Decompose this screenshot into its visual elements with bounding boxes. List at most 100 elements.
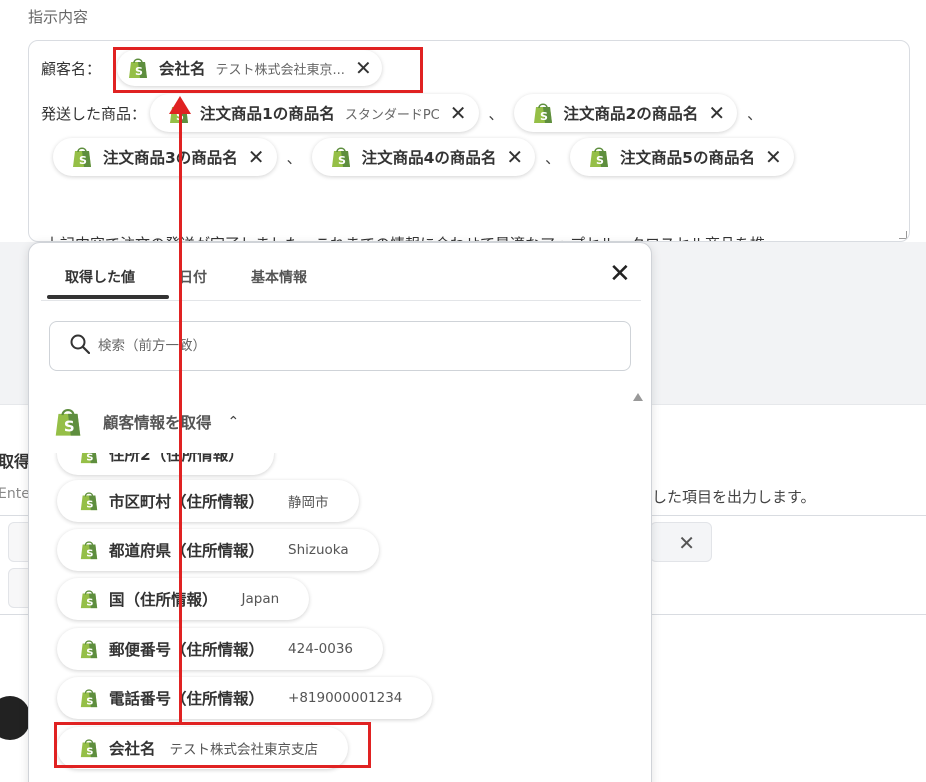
list-item[interactable]: S 市区町村（住所情報） 静岡市: [57, 480, 359, 522]
products-label: 発送した商品：: [41, 104, 147, 123]
item-name: 住所2（住所情報）: [109, 453, 244, 464]
close-icon[interactable]: ✕: [678, 531, 695, 555]
item-name: 市区町村（住所情報）: [109, 493, 265, 511]
instruction-editor[interactable]: 顧客名： S 会社名 テスト株式会社東京... ✕ 発送した商品： S 注文商品…: [28, 40, 910, 242]
shopify-bag-icon: S: [80, 689, 98, 707]
customer-label: 顧客名：: [41, 59, 102, 78]
customer-line: 顧客名： S 会社名 テスト株式会社東京... ✕: [41, 50, 382, 86]
separator: 、: [747, 104, 763, 123]
chevron-up-icon[interactable]: ⌃: [228, 414, 240, 430]
customer-chip[interactable]: S 会社名 テスト株式会社東京... ✕: [117, 50, 382, 86]
svg-text:S: S: [86, 597, 93, 608]
svg-text:S: S: [338, 154, 346, 167]
search-box[interactable]: [49, 321, 631, 371]
search-input[interactable]: [98, 336, 598, 356]
close-icon[interactable]: ✕: [708, 103, 725, 123]
item-name: 都道府県（住所情報）: [109, 542, 265, 560]
list-item[interactable]: S 国（住所情報） Japan: [57, 578, 310, 620]
tab-basic-info[interactable]: 基本情報: [251, 267, 307, 287]
product-chip-3[interactable]: S 注文商品3の商品名 ✕: [53, 138, 277, 176]
scroll-up-arrow[interactable]: [633, 393, 643, 401]
shopify-bag-icon: S: [73, 147, 91, 167]
chip-value: テスト株式会社東京...: [215, 62, 345, 78]
group-header-customer-info[interactable]: S 顧客情報を取得 ⌃: [53, 405, 239, 439]
shopify-bag-icon: S: [80, 541, 98, 559]
tab-bar: 取得した値 日付 基本情報: [41, 243, 641, 301]
product-chip-5[interactable]: S 注文商品5の商品名 ✕: [570, 138, 794, 176]
list-item-company-name[interactable]: S 会社名 テスト株式会社東京支店: [57, 727, 349, 769]
svg-text:S: S: [540, 110, 548, 123]
chip-name: 注文商品1の商品名: [200, 105, 335, 123]
tab-acquired-values[interactable]: 取得した値: [65, 267, 135, 287]
group-title: 顧客情報を取得: [103, 414, 212, 432]
value-list: S 住所2（住所情報） S 市区町村（住所情報） 静岡市 S 都道府県（住所情報…: [29, 453, 639, 782]
tab-date[interactable]: 日付: [179, 267, 207, 287]
close-icon[interactable]: ✕: [450, 103, 467, 123]
shopify-bag-icon: S: [533, 103, 552, 123]
item-value: Japan: [241, 591, 280, 607]
instruction-text: 上記内容で注文の発送が完了しました。これまでの情報に合わせて最適なアップセル・ク…: [45, 233, 765, 241]
item-value: 静岡市: [288, 495, 329, 511]
section-label: 指示内容: [28, 8, 89, 26]
annotation-arrow-line: [179, 106, 182, 724]
close-icon[interactable]: ✕: [248, 147, 265, 167]
item-value: 424-0036: [288, 641, 354, 657]
shopify-bag-icon: S: [590, 147, 609, 167]
chip-name: 注文商品4の商品名: [361, 149, 497, 167]
svg-text:S: S: [135, 65, 143, 78]
svg-text:S: S: [86, 548, 93, 559]
item-value: +819000001234: [288, 690, 403, 706]
background-output-chip[interactable]: ✕: [650, 522, 712, 562]
svg-text:S: S: [64, 418, 75, 436]
svg-text:S: S: [86, 499, 93, 510]
chip-name: 注文商品3の商品名: [103, 149, 238, 167]
chip-name: 注文商品2の商品名: [563, 105, 699, 123]
list-item[interactable]: S 郵便番号（住所情報） 424-0036: [57, 628, 384, 670]
item-name: 郵便番号（住所情報）: [109, 641, 265, 659]
chip-name: 注文商品5の商品名: [620, 149, 755, 167]
close-icon[interactable]: ✕: [609, 261, 631, 287]
search-icon: [70, 334, 90, 354]
svg-text:S: S: [86, 453, 93, 463]
value-picker-panel: 取得した値 日付 基本情報 ✕ S 顧客情報を取得 ⌃ S 住所2（住所情報） …: [28, 242, 652, 782]
shopify-bag-icon: S: [129, 58, 148, 78]
active-tab-indicator: [47, 295, 169, 299]
svg-text:S: S: [86, 746, 93, 757]
annotation-arrow-head: [169, 96, 191, 114]
item-name: 国（住所情報）: [109, 591, 218, 609]
list-item[interactable]: S 電話番号（住所情報） +819000001234: [57, 677, 433, 719]
separator: 、: [286, 148, 302, 167]
list-item[interactable]: S 都道府県（住所情報） Shizuoka: [57, 529, 379, 571]
svg-text:S: S: [86, 696, 93, 707]
resize-handle[interactable]: [899, 231, 907, 239]
item-name: 電話番号（住所情報）: [109, 690, 265, 708]
shopify-bag-icon: S: [80, 492, 98, 510]
background-section-description: した項目を出力します。: [652, 488, 816, 506]
product-chip-2[interactable]: S 注文商品2の商品名 ✕: [513, 94, 738, 132]
separator: 、: [488, 104, 504, 123]
background-section-subtitle: Ente: [0, 486, 30, 502]
shopify-bag-icon: S: [55, 408, 81, 436]
close-icon[interactable]: ✕: [765, 147, 782, 167]
shopify-bag-icon: S: [331, 147, 350, 167]
close-icon[interactable]: ✕: [355, 58, 372, 78]
chip-name: 会社名: [159, 60, 206, 78]
svg-text:S: S: [86, 647, 93, 658]
svg-text:S: S: [79, 154, 87, 167]
shopify-bag-icon: S: [80, 453, 98, 463]
background-section-title: 取得: [0, 452, 31, 471]
shopify-bag-icon: S: [80, 739, 98, 757]
shopify-bag-icon: S: [80, 590, 98, 608]
item-value: Shizuoka: [288, 542, 349, 558]
separator: 、: [545, 148, 561, 167]
item-name: 会社名: [109, 740, 156, 758]
chip-value: スタンダードPC: [344, 107, 440, 123]
products-line-1: 発送した商品： S 注文商品1の商品名 スタンダードPC ✕ 、 S 注文商品2…: [41, 94, 772, 132]
products-line-2: S 注文商品3の商品名 ✕ 、 S 注文商品4の商品名 ✕ 、 S 注文商品5の…: [53, 138, 794, 176]
list-item[interactable]: S 住所2（住所情報）: [57, 453, 274, 475]
product-chip-1[interactable]: S 注文商品1の商品名 スタンダードPC ✕: [150, 94, 479, 132]
shopify-bag-icon: S: [80, 640, 98, 658]
item-value: テスト株式会社東京支店: [169, 742, 319, 758]
close-icon[interactable]: ✕: [506, 147, 523, 167]
product-chip-4[interactable]: S 注文商品4の商品名 ✕: [311, 138, 536, 176]
